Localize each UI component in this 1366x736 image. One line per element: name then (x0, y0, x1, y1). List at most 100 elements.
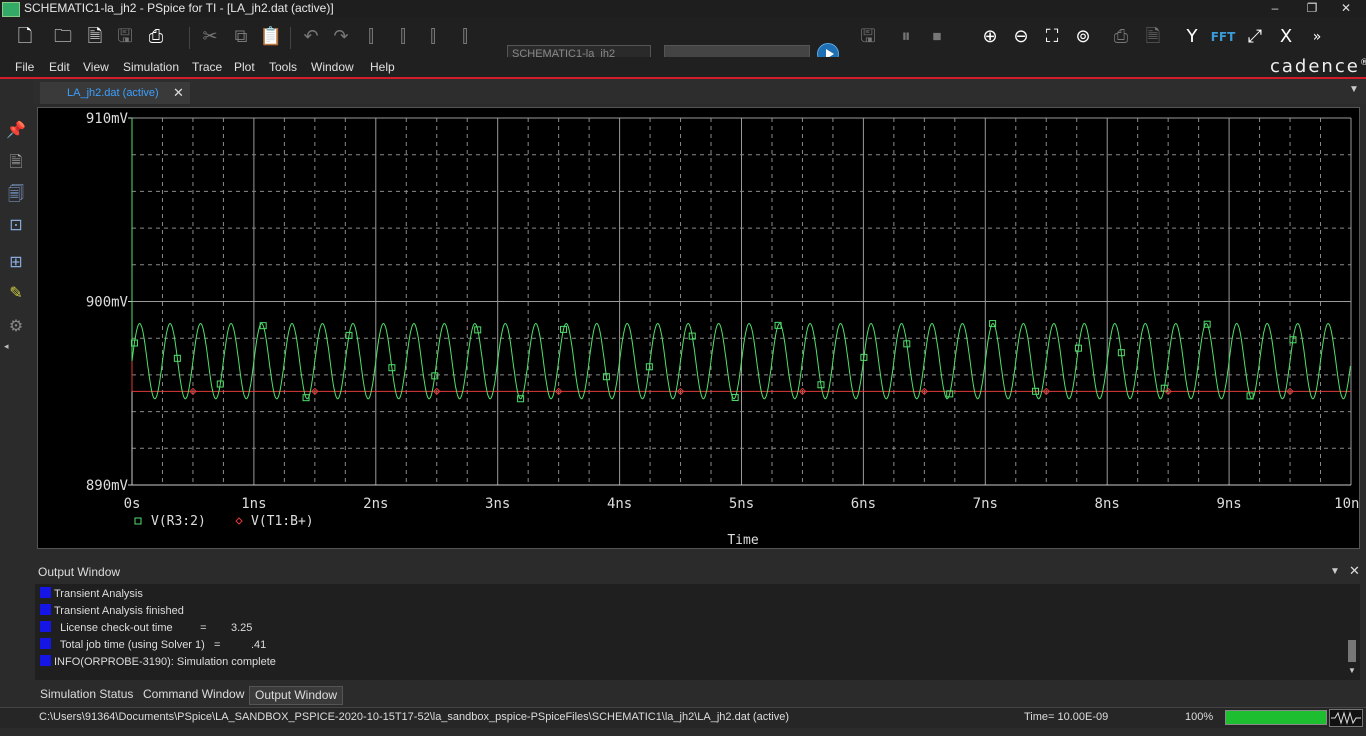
scroll-down-icon[interactable]: ▼ (1348, 666, 1356, 675)
log-y-axis-icon[interactable]: 🗎 (1140, 25, 1166, 49)
output-line-text: Total job time (using Solver 1) = .41 (54, 639, 267, 651)
status-bar: C:\Users\91364\Documents\PSpice\LA_SANDB… (0, 707, 1366, 728)
trace-markers (130, 320, 1297, 403)
tab-command-window[interactable]: Command Window (138, 686, 249, 703)
tab-output-window[interactable]: Output Window (249, 686, 344, 705)
simulation-progress-bar (1225, 710, 1327, 725)
cursor-trough-icon[interactable]: ⫿ (390, 25, 416, 49)
toolbar-overflow-button[interactable]: » (1304, 25, 1330, 49)
x-tick-label: 0s (124, 496, 141, 512)
log-x-axis-icon[interactable]: ⎙ (1108, 25, 1134, 49)
plot-legend: V(R3:2) V(T1:B+) (134, 514, 314, 529)
x-axis-settings-icon[interactable]: X (1273, 25, 1299, 49)
fft-button[interactable]: FFT (1210, 25, 1236, 49)
new-file-icon[interactable]: 🗋 (12, 25, 38, 49)
probe-plot-window[interactable]: 910mV 900mV 890mV 0s 1ns 2ns 3ns 4ns 5ns 6ns 7ns 8… (37, 107, 1360, 549)
output-window-body[interactable]: Transient Analysis Transient Analysis fi… (35, 584, 1346, 680)
add-trace-icon[interactable]: ⊞ (5, 251, 27, 273)
open-folder-icon[interactable]: 🗀 (50, 25, 76, 49)
output-line-text: INFO(ORPROBE-3190): Simulation complete (54, 656, 276, 668)
probe-window-icon[interactable]: ⊡ (5, 214, 27, 236)
legend-diamond-marker (235, 517, 243, 525)
x-tick-label: 6ns (851, 496, 876, 512)
output-line-text: Transient Analysis finished (54, 605, 184, 617)
x-tick-label: 7ns (973, 496, 998, 512)
close-button[interactable]: ✕ (1326, 0, 1366, 17)
zoom-fit-icon[interactable]: ⊚ (1070, 25, 1096, 49)
menu-trace[interactable]: Trace (192, 60, 222, 74)
rail-collapse-icon[interactable]: ◂ (4, 341, 9, 352)
stop-icon[interactable]: ⏹ (924, 25, 950, 49)
menu-help[interactable]: Help (370, 60, 395, 74)
output-window-header: Output Window ▼ ✕ (33, 561, 1366, 583)
menu-file[interactable]: File (15, 60, 34, 74)
menu-tools[interactable]: Tools (269, 60, 297, 74)
document-tab-bar: ▼ (33, 79, 1366, 104)
minimize-button[interactable]: – (1255, 0, 1295, 17)
cursor-peak-icon[interactable]: ⫿ (358, 25, 384, 49)
scrollbar-thumb[interactable] (1348, 640, 1356, 662)
menu-plot[interactable]: Plot (234, 60, 255, 74)
title-bar: SCHEMATIC1-la_jh2 - PSpice for TI - [LA_… (0, 0, 1366, 17)
add-y-axis-icon[interactable]: Y (1179, 25, 1205, 49)
edit-trace-icon[interactable]: ✎ (5, 282, 27, 304)
window-title: SCHEMATIC1-la_jh2 - PSpice for TI - [LA_… (24, 1, 334, 15)
menu-simulation[interactable]: Simulation (123, 60, 179, 74)
toolbar-separator (189, 27, 190, 49)
output-line: Transient Analysis (40, 586, 143, 602)
output-window-close-icon[interactable]: ✕ (1349, 563, 1360, 579)
menu-edit[interactable]: Edit (49, 60, 70, 74)
paste-icon[interactable]: 📋 (258, 25, 284, 49)
zoom-in-icon[interactable]: ⊕ (977, 25, 1003, 49)
menu-view[interactable]: View (83, 60, 109, 74)
pspice-app-icon[interactable] (2, 2, 20, 17)
plot-grid (131, 117, 1352, 486)
x-axis-title: Time (727, 533, 758, 548)
message-square-icon (40, 655, 51, 666)
cadence-logo: cadence® (1270, 56, 1366, 77)
cursor-slope-icon[interactable]: ⫿ (420, 25, 446, 49)
cursor-min-icon[interactable]: ⫿ (452, 25, 478, 49)
output-line: License check-out time = 3.25 (40, 620, 252, 636)
x-tick-labels: 0s 1ns 2ns 3ns 4ns 5ns 6ns 7ns 8ns 9ns 10ns (124, 496, 1359, 512)
y-tick-label: 890mV (86, 478, 129, 494)
new-document-icon[interactable]: 🗎 (82, 25, 108, 49)
pause-icon[interactable]: ⏸ (893, 25, 919, 49)
view-output-file-icon[interactable]: 🗐 (5, 183, 27, 205)
output-line: INFO(ORPROBE-3190): Simulation complete (40, 654, 276, 670)
output-line: Transient Analysis finished (40, 603, 184, 619)
bottom-tab-bar: Simulation Status Command Window Output … (33, 683, 1366, 705)
status-sim-time: Time= 10.00E-09 (1024, 711, 1109, 723)
performance-analysis-icon[interactable]: ⤢ (1242, 25, 1268, 49)
save-icon[interactable]: 🖫 (112, 25, 138, 49)
menu-window[interactable]: Window (311, 60, 354, 74)
cut-icon[interactable]: ✂ (197, 25, 223, 49)
undo-icon[interactable]: ↶ (298, 25, 324, 49)
netlist-icon[interactable]: 🗎 (5, 151, 27, 173)
zoom-area-icon[interactable]: ⛶ (1039, 25, 1065, 49)
print-icon[interactable]: ⎙ (143, 25, 169, 49)
waveform-plot[interactable]: 910mV 900mV 890mV 0s 1ns 2ns 3ns 4ns 5ns 6ns 7ns 8… (38, 108, 1359, 548)
cadence-wordmark: cadence (1270, 56, 1360, 77)
y-tick-labels: 910mV 900mV 890mV (86, 111, 132, 494)
output-window-title: Output Window (38, 565, 121, 579)
close-tab-icon[interactable]: ✕ (173, 85, 184, 101)
zoom-out-icon[interactable]: ⊖ (1008, 25, 1034, 49)
legend-square-marker (134, 517, 142, 525)
tab-la-jh2-dat[interactable]: LA_jh2.dat (active) ✕ (40, 82, 190, 104)
x-tick-label: 1ns (241, 496, 266, 512)
redo-icon[interactable]: ↷ (328, 25, 354, 49)
message-square-icon (40, 638, 51, 649)
output-scrollbar[interactable]: ▼ (1346, 584, 1360, 680)
copy-icon[interactable]: ⧉ (228, 25, 254, 49)
settings-gear-icon[interactable]: ⚙ (5, 315, 27, 337)
view-simulation-results-icon[interactable]: 🖫 (855, 25, 881, 49)
status-zoom: 100% (1185, 711, 1214, 723)
legend-label-v-r3-2: V(R3:2) (151, 514, 206, 529)
mini-wave-icon (1331, 711, 1361, 725)
tab-list-dropdown-icon[interactable]: ▼ (1349, 84, 1359, 95)
output-window-menu-icon[interactable]: ▼ (1330, 566, 1340, 577)
x-tick-label: 9ns (1216, 496, 1241, 512)
tab-simulation-status[interactable]: Simulation Status (35, 686, 138, 703)
pin-icon[interactable]: 📌 (5, 119, 27, 141)
